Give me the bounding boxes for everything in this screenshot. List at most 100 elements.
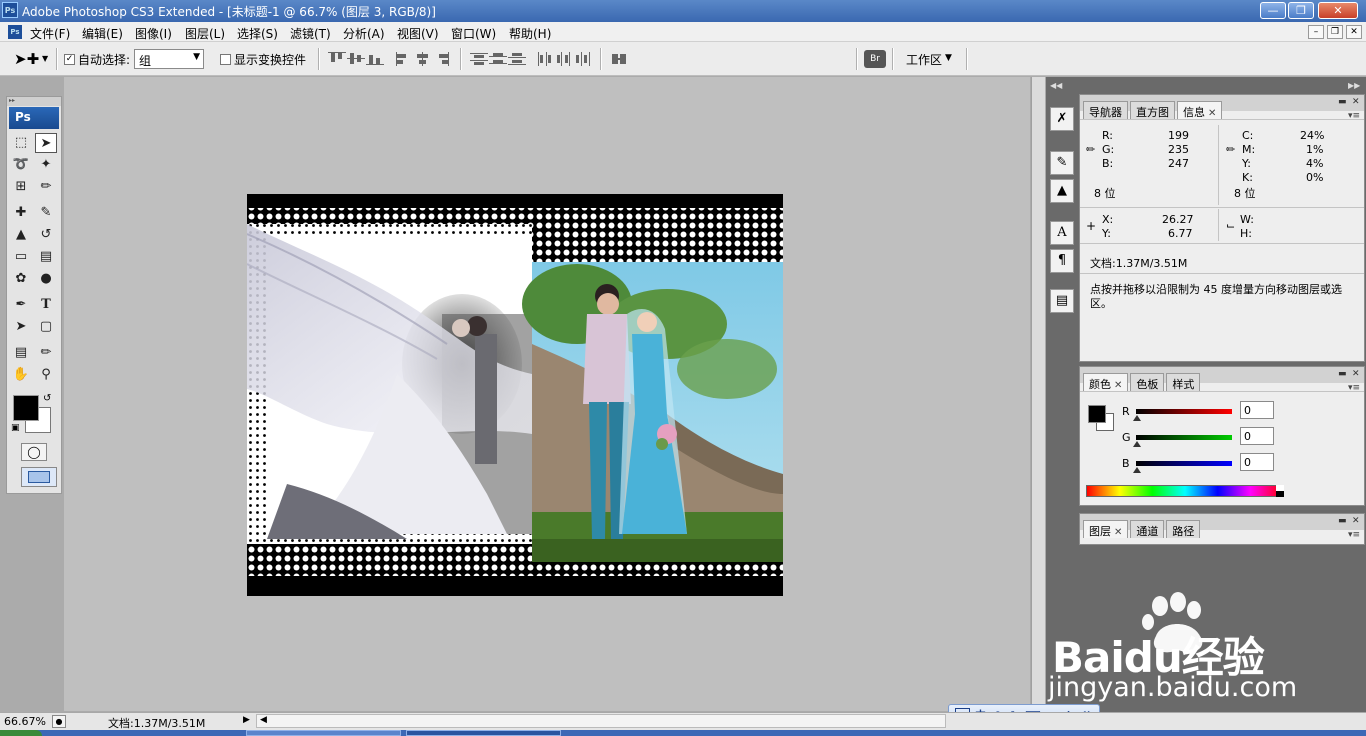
distribute-right-icon[interactable]	[575, 52, 593, 66]
color-r-input[interactable]: 0	[1240, 401, 1274, 419]
foreground-color-chip[interactable]	[1088, 405, 1106, 423]
document-icon[interactable]: Ps	[8, 25, 22, 39]
tab-styles[interactable]: 样式	[1166, 373, 1201, 391]
distribute-top-icon[interactable]	[470, 52, 488, 66]
panel-close-icon[interactable]: ✕	[1352, 516, 1360, 526]
color-b-slider-thumb[interactable]	[1133, 467, 1141, 473]
tab-channels[interactable]: 通道	[1130, 520, 1165, 538]
default-colors-icon[interactable]: ▣	[11, 423, 20, 433]
tab-close-icon[interactable]: ✕	[1114, 527, 1122, 538]
canvas-vertical-scrollbar[interactable]	[1031, 77, 1045, 712]
workspace-chevron-icon[interactable]: ▼	[945, 53, 952, 63]
menu-view[interactable]: 视图(V)	[397, 25, 439, 42]
align-right-icon[interactable]	[433, 52, 451, 66]
panel-close-icon[interactable]: ✕	[1352, 97, 1360, 107]
auto-select-dropdown[interactable]: 组 ▼	[134, 49, 204, 69]
color-g-slider-thumb[interactable]	[1133, 441, 1141, 447]
align-top-icon[interactable]	[328, 52, 346, 66]
layer-comps-icon[interactable]: ▤	[1050, 289, 1074, 313]
distribute-horizontal-center-icon[interactable]	[556, 52, 574, 66]
menu-filter[interactable]: 滤镜(T)	[290, 25, 331, 42]
screen-mode-icon[interactable]	[21, 467, 57, 487]
dock-collapse-icon[interactable]: ▶▶	[1348, 81, 1360, 90]
color-spectrum-bar[interactable]	[1086, 485, 1284, 497]
color-g-input[interactable]: 0	[1240, 427, 1274, 445]
document-canvas[interactable]	[247, 194, 783, 596]
panel-close-icon[interactable]: ✕	[1352, 369, 1360, 379]
crop-tool-icon[interactable]: ⊞	[10, 177, 32, 197]
align-bottom-icon[interactable]	[366, 52, 384, 66]
path-selection-tool-icon[interactable]: ➤	[10, 317, 32, 337]
tab-histogram[interactable]: 直方图	[1130, 101, 1175, 119]
toolbox-logo[interactable]: Ps	[9, 107, 59, 129]
panel-minimize-icon[interactable]: ▬	[1338, 516, 1347, 526]
doc-restore-button[interactable]: ❐	[1327, 25, 1343, 39]
type-tool-icon[interactable]: T	[35, 295, 57, 315]
color-r-slider-thumb[interactable]	[1133, 415, 1141, 421]
auto-select-checkbox[interactable]: ✓	[64, 54, 75, 65]
paragraph-panel-icon[interactable]: ¶	[1050, 249, 1074, 273]
eyedropper-tool-icon[interactable]: ✏	[35, 343, 57, 363]
hand-tool-icon[interactable]: ✋	[10, 365, 32, 385]
panel-menu-icon[interactable]: ▾≡	[1348, 530, 1360, 540]
color-b-input[interactable]: 0	[1240, 453, 1274, 471]
taskbar-item[interactable]	[246, 730, 401, 736]
distribute-left-icon[interactable]	[537, 52, 555, 66]
tab-info[interactable]: 信息 ✕	[1177, 101, 1223, 119]
close-button[interactable]: ✕	[1318, 2, 1358, 19]
gradient-tool-icon[interactable]: ▤	[35, 247, 57, 267]
eraser-tool-icon[interactable]: ▭	[10, 247, 32, 267]
doc-minimize-button[interactable]: –	[1308, 25, 1324, 39]
tab-layers[interactable]: 图层 ✕	[1083, 520, 1129, 538]
panel-minimize-icon[interactable]: ▬	[1338, 369, 1347, 379]
character-panel-icon[interactable]: A	[1050, 221, 1074, 245]
tab-color[interactable]: 颜色 ✕	[1083, 373, 1129, 391]
menu-image[interactable]: 图像(I)	[135, 25, 172, 42]
color-b-slider[interactable]	[1136, 461, 1232, 466]
tool-presets-icon[interactable]: ✗	[1050, 107, 1074, 131]
tab-close-icon[interactable]: ✕	[1114, 380, 1122, 391]
workspace-button[interactable]: 工作区	[906, 51, 942, 68]
menu-help[interactable]: 帮助(H)	[509, 25, 551, 42]
dodge-tool-icon[interactable]: ●	[35, 269, 57, 289]
healing-brush-tool-icon[interactable]: ✚	[10, 203, 32, 223]
brushes-icon[interactable]: ✎	[1050, 151, 1074, 175]
tab-close-icon[interactable]: ✕	[1208, 108, 1216, 119]
scroll-left-icon[interactable]: ◀	[260, 715, 267, 725]
blur-tool-icon[interactable]: ✿	[10, 269, 32, 289]
panel-minimize-icon[interactable]: ▬	[1338, 97, 1347, 107]
horizontal-scrollbar[interactable]: ◀	[256, 714, 946, 728]
menu-analysis[interactable]: 分析(A)	[343, 25, 385, 42]
marquee-tool-icon[interactable]: ⬚	[10, 133, 32, 153]
align-vertical-center-icon[interactable]	[347, 52, 365, 66]
minimize-button[interactable]: —	[1260, 2, 1286, 19]
zoom-tool-icon[interactable]: ⚲	[35, 365, 57, 385]
color-r-slider[interactable]	[1136, 409, 1232, 414]
tab-swatches[interactable]: 色板	[1130, 373, 1165, 391]
align-horizontal-center-icon[interactable]	[414, 52, 432, 66]
slice-tool-icon[interactable]: ✏	[35, 177, 57, 197]
tab-navigator[interactable]: 导航器	[1083, 101, 1128, 119]
tool-preset-chevron-icon[interactable]: ▼	[42, 54, 48, 63]
menu-window[interactable]: 窗口(W)	[451, 25, 496, 42]
foreground-color-swatch-front[interactable]	[13, 395, 39, 421]
move-tool-icon[interactable]: ➤	[35, 133, 57, 153]
magic-wand-tool-icon[interactable]: ✦	[35, 155, 57, 175]
clone-stamp-tool-icon[interactable]: ▲	[10, 225, 32, 245]
history-brush-tool-icon[interactable]: ↺	[35, 225, 57, 245]
pen-tool-icon[interactable]: ✒	[10, 295, 32, 315]
spectrum-black-chip[interactable]	[1276, 491, 1284, 497]
toolbox-grip[interactable]: ▸▸	[7, 97, 61, 106]
move-tool-icon[interactable]: ➤✚	[14, 50, 39, 68]
quick-mask-icon[interactable]: ◯	[21, 443, 47, 461]
bridge-icon[interactable]: Br	[864, 50, 886, 68]
show-transform-checkbox[interactable]	[220, 54, 231, 65]
shape-tool-icon[interactable]: ▢	[35, 317, 57, 337]
photoshop-app-icon[interactable]: Ps	[2, 2, 18, 18]
notes-tool-icon[interactable]: ▤	[10, 343, 32, 363]
tab-paths[interactable]: 路径	[1166, 520, 1201, 538]
swap-colors-icon[interactable]: ↺	[43, 393, 51, 404]
menu-select[interactable]: 选择(S)	[237, 25, 278, 42]
doc-close-button[interactable]: ✕	[1346, 25, 1362, 39]
distribute-vertical-center-icon[interactable]	[489, 52, 507, 66]
